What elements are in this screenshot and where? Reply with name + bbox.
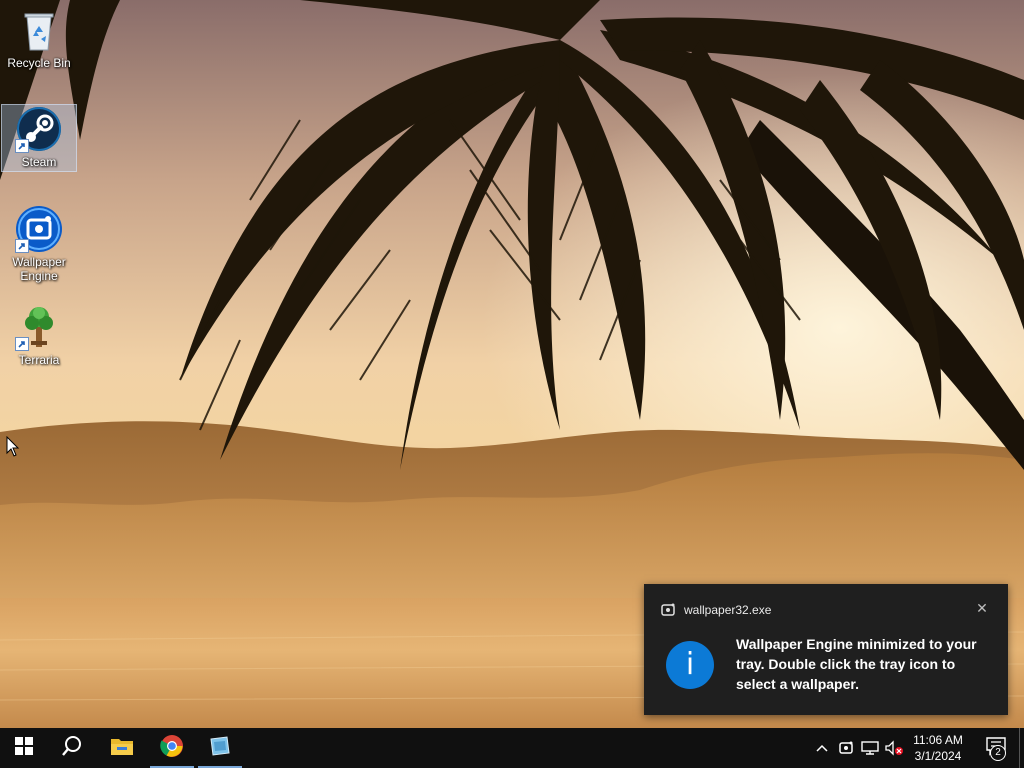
desktop-icon-label: Recycle Bin: [7, 56, 71, 70]
close-icon[interactable]: ✕: [974, 600, 990, 616]
toast-app-name: wallpaper32.exe: [684, 603, 772, 617]
desktop-icon-label: Terraria: [18, 353, 60, 367]
terraria-icon: [15, 303, 63, 351]
chevron-up-icon[interactable]: [812, 738, 832, 758]
recycle-bin-icon: [15, 6, 63, 54]
shortcut-arrow-icon: [15, 239, 29, 253]
info-glyph: i: [685, 647, 695, 682]
windows-start-icon: [15, 736, 33, 760]
notification-toast[interactable]: wallpaper32.exe ✕ i Wallpaper Engine min…: [644, 584, 1008, 715]
file-explorer-icon: [110, 736, 134, 761]
search-icon: [61, 735, 83, 762]
wallpaper-engine-tray-icon[interactable]: [836, 738, 856, 758]
chrome-icon: [160, 734, 184, 763]
taskbar-clock[interactable]: 11:06 AM 3/1/2024: [906, 732, 970, 764]
taskbar-file-explorer[interactable]: [98, 728, 146, 768]
taskbar-chrome[interactable]: [148, 728, 196, 768]
desktop-icon-terraria[interactable]: Terraria: [1, 303, 77, 371]
shortcut-arrow-icon: [15, 337, 29, 351]
mouse-cursor-icon: [6, 435, 20, 458]
desktop-icon-label: Wallpaper Engine: [12, 255, 66, 283]
shortcut-arrow-icon: [15, 139, 29, 153]
search-button[interactable]: [48, 728, 96, 768]
toast-message: Wallpaper Engine minimized to your tray.…: [736, 636, 977, 692]
notification-count-badge: 2: [990, 745, 1006, 761]
info-icon: i: [666, 641, 714, 689]
wallpaper-engine-taskbar-icon: [208, 735, 232, 762]
notification-count: 2: [995, 747, 1001, 758]
start-button[interactable]: [0, 728, 48, 768]
volume-muted-icon[interactable]: [884, 738, 904, 758]
clock-time: 11:06 AM: [913, 733, 963, 747]
show-desktop-button[interactable]: [1019, 728, 1024, 768]
steam-icon: [15, 105, 63, 153]
desktop-icon-wallpaper-engine[interactable]: Wallpaper Engine: [1, 205, 77, 287]
taskbar: 11:06 AM 3/1/2024: [0, 728, 1024, 768]
toast-header: wallpaper32.exe: [660, 602, 771, 618]
taskbar-wallpaper-engine[interactable]: [196, 728, 244, 768]
clock-date: 3/1/2024: [914, 749, 962, 763]
desktop-icon-recycle-bin[interactable]: Recycle Bin: [1, 6, 77, 74]
desktop-icon-label: Steam: [21, 155, 57, 169]
wallpaper-engine-icon: [660, 602, 676, 618]
desktop-icon-steam[interactable]: Steam: [1, 104, 77, 172]
wallpaper-engine-icon: [15, 205, 63, 253]
network-icon[interactable]: [860, 738, 880, 758]
